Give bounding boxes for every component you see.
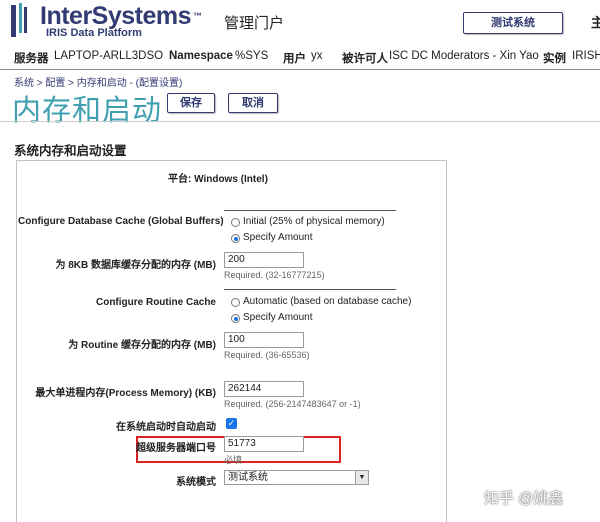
user-label: 用户 xyxy=(283,53,306,65)
routine-cache-specify-radio[interactable] xyxy=(231,314,240,323)
max-proc-mem-hint: Required. (256-2147483647 or -1) xyxy=(224,399,361,409)
superserver-port-hint: 必填 xyxy=(224,455,243,465)
licensee-label: 被许可人 xyxy=(342,53,388,65)
db-cache-specify-option[interactable]: Specify Amount xyxy=(243,232,312,243)
portal-title: 管理门户 xyxy=(224,15,285,32)
routine-mem-label: 为 Routine 缓存分配的内存 (MB) xyxy=(68,340,216,351)
db-cache-initial-option[interactable]: Initial (25% of physical memory) xyxy=(243,216,385,227)
test-system-button[interactable]: 测试系统 xyxy=(463,12,563,34)
autostart-checkbox[interactable]: ✓ xyxy=(226,418,237,429)
routine-cache-label: Configure Routine Cache xyxy=(95,297,216,308)
superserver-port-label: 超级服务器端口号 xyxy=(136,443,216,454)
system-mode-label: 系统模式 xyxy=(176,477,216,488)
header-divider xyxy=(0,69,600,70)
system-info-bar: 服务器 LAPTOP-ARLL3DSO Namespace %SYS 用户 yx… xyxy=(0,46,600,68)
db-cache-specify-radio[interactable] xyxy=(231,234,240,243)
db-cache-initial-radio[interactable] xyxy=(231,218,240,227)
namespace-value: %SYS xyxy=(235,50,269,62)
brand-subtitle: IRIS Data Platform xyxy=(46,27,142,39)
routine-cache-specify-option[interactable]: Specify Amount xyxy=(243,312,312,323)
chevron-down-icon: ▼ xyxy=(355,471,368,484)
separator xyxy=(224,210,396,211)
routine-mem-input[interactable]: 100 xyxy=(224,332,304,348)
page-title: 内存和启动 xyxy=(12,95,163,127)
home-link[interactable]: 主 xyxy=(591,12,600,31)
routine-cache-auto-radio[interactable] xyxy=(231,298,240,307)
mem-8kb-hint: Required. (32-16777215) xyxy=(224,270,325,280)
system-mode-select[interactable]: 测试系统 ▼ xyxy=(224,470,369,485)
save-button[interactable]: 保存 xyxy=(167,93,215,113)
server-value: LAPTOP-ARLL3DSO xyxy=(54,50,164,62)
routine-cache-auto-option[interactable]: Automatic (based on database cache) xyxy=(243,296,411,307)
mem-8kb-label: 为 8KB 数据库缓存分配的内存 (MB) xyxy=(55,260,216,271)
mem-8kb-input[interactable]: 200 xyxy=(224,252,304,268)
superserver-port-input[interactable]: 51773 xyxy=(224,436,304,452)
platform-label: 平台: Windows (Intel) xyxy=(168,174,268,185)
routine-mem-hint: Required. (36-65536) xyxy=(224,350,310,360)
user-value: yx xyxy=(311,50,323,62)
max-proc-mem-input[interactable]: 262144 xyxy=(224,381,304,397)
instance-label: 实例 xyxy=(543,53,566,65)
instance-value: IRISH xyxy=(572,50,600,62)
cancel-button[interactable]: 取消 xyxy=(228,93,278,113)
system-mode-value: 测试系统 xyxy=(228,472,268,483)
db-cache-label: Configure Database Cache (Global Buffers… xyxy=(18,216,224,227)
title-divider xyxy=(0,121,600,122)
max-proc-mem-label: 最大单进程内存(Process Memory) (KB) xyxy=(35,388,216,399)
licensee-value: ISC DC Moderators - Xin Yao xyxy=(389,50,539,62)
separator xyxy=(224,289,396,290)
watermark: 知乎 @姚鑫 xyxy=(484,490,564,507)
section-title: 系统内存和启动设置 xyxy=(14,144,127,158)
autostart-label: 在系统启动时自动启动 xyxy=(116,422,216,433)
intersystems-logo-icon xyxy=(10,2,32,38)
server-label: 服务器 xyxy=(14,53,49,65)
namespace-label: Namespace xyxy=(169,50,233,62)
brand-name: InterSystems ™ xyxy=(40,2,202,30)
